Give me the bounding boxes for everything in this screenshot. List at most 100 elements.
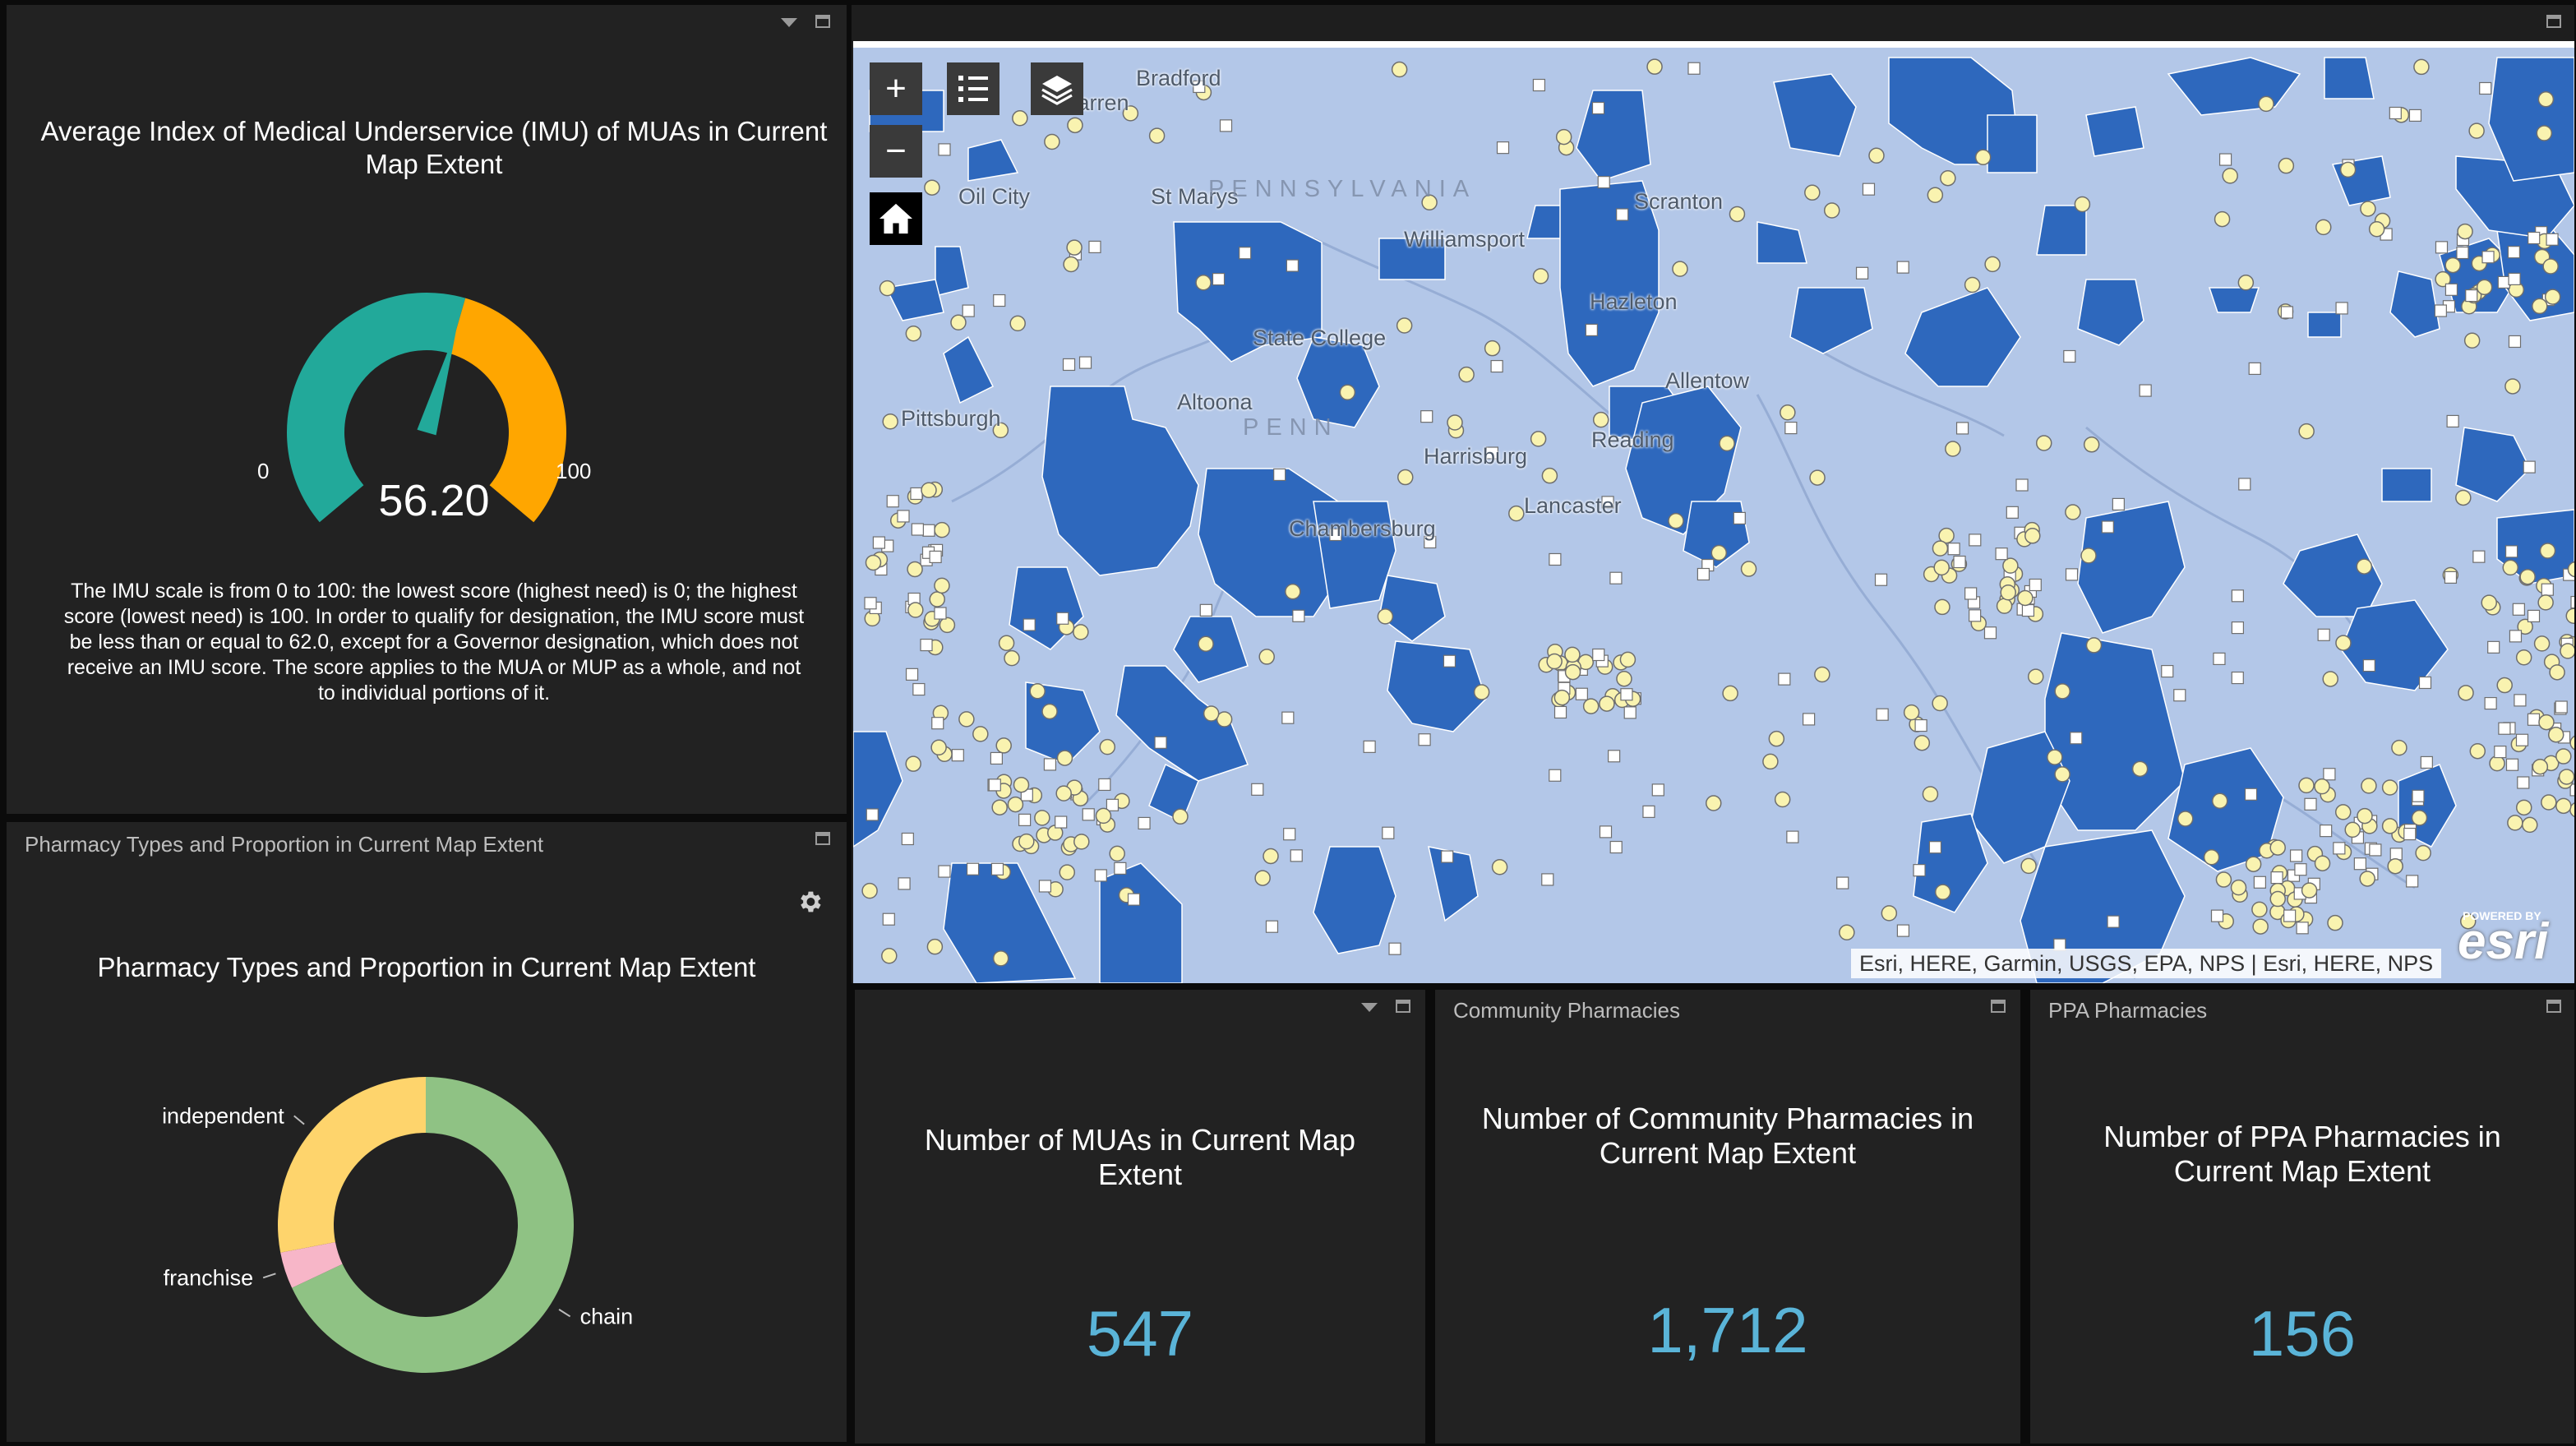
pharmacy-point[interactable] [924,179,940,196]
mua-point[interactable] [1855,266,1869,279]
pharmacy-point[interactable] [1934,598,1950,616]
pharmacy-point[interactable] [2368,220,2385,238]
pharmacy-point[interactable] [2507,815,2523,831]
mua-point[interactable] [1532,78,1546,92]
mua-point[interactable] [1784,421,1798,435]
pharmacy-point[interactable] [2028,668,2044,685]
mua-point[interactable] [2296,922,2309,935]
mua-point[interactable] [2173,689,2186,702]
mua-point[interactable] [1786,830,1799,843]
pharmacy-point[interactable] [1099,738,1116,755]
mua-point[interactable] [2444,283,2458,296]
pharmacy-point[interactable] [1397,469,1414,486]
pharmacy-point[interactable] [2391,739,2407,756]
pharmacy-point[interactable] [2532,298,2548,315]
mua-point[interactable] [2481,251,2495,264]
pharmacy-point[interactable] [1339,384,1356,401]
mua-point[interactable] [2527,713,2541,726]
mua-point[interactable] [1687,62,1701,75]
pharmacy-point[interactable] [2237,275,2255,291]
mua-point[interactable] [2517,776,2530,789]
pharmacy-point[interactable] [1059,864,1076,880]
mua-point[interactable] [886,495,899,508]
pharmacy-point[interactable] [2269,839,2286,856]
pharmacy-point[interactable] [2054,766,2070,783]
mua-point[interactable] [2406,875,2419,888]
mua-point[interactable] [2446,414,2459,428]
pharmacy-point[interactable] [2558,769,2574,785]
mua-point[interactable] [922,524,935,537]
pharmacy-point[interactable] [2361,778,2377,794]
mua-point[interactable] [2218,153,2232,166]
pharmacy-point[interactable] [2532,758,2549,775]
pharmacy-point[interactable] [2360,201,2376,217]
pharmacy-point[interactable] [2356,558,2373,575]
pharmacy-point[interactable] [2002,557,2019,574]
mua-point[interactable] [962,304,975,317]
pharmacy-point[interactable] [2539,543,2556,559]
pharmacy-point[interactable] [2387,857,2403,875]
mua-point[interactable] [2512,603,2525,616]
pharmacy-point[interactable] [1195,275,1212,291]
pharmacy-point[interactable] [2537,91,2555,108]
mua-point[interactable] [910,487,923,501]
maximize-panel-icon[interactable] [815,15,830,28]
pharmacy-point[interactable] [2411,810,2428,826]
pharmacy-point[interactable] [2344,821,2361,838]
pharmacy-point[interactable] [1710,544,1728,561]
pharmacy-point[interactable] [1254,870,1271,886]
pharmacy-point[interactable] [1768,730,1785,747]
mua-point[interactable] [2369,843,2382,857]
mua-point[interactable] [1023,618,1036,631]
mua-point[interactable] [2494,746,2507,759]
pharmacy-point[interactable] [2522,816,2538,834]
pharmacy-point[interactable] [2519,568,2536,585]
layers-button[interactable] [1031,62,1083,115]
panel-menu-dropdown-icon[interactable] [781,18,797,27]
pharmacy-point[interactable] [1095,807,1112,825]
mua-point[interactable] [988,778,1001,792]
pharmacy-point[interactable] [1814,666,1830,683]
mua-point[interactable] [1055,815,1068,829]
mua-point[interactable] [1239,247,1252,260]
pharmacy-point[interactable] [1056,750,1073,766]
mua-point[interactable] [1286,259,1299,272]
mua-point[interactable] [2418,676,2432,690]
pharmacy-point[interactable] [1780,404,1796,421]
mua-point[interactable] [1642,805,1655,818]
pharmacy-point[interactable] [1932,540,1949,557]
pharmacy-point[interactable] [2314,778,2330,795]
pharmacy-point[interactable] [2251,901,2268,918]
pharmacy-point[interactable] [1934,884,1951,900]
pharmacy-point[interactable] [1148,127,1166,144]
pharmacy-point[interactable] [2024,528,2041,544]
mua-point[interactable] [2435,241,2449,254]
pharmacy-point[interactable] [2381,818,2398,834]
mua-point[interactable] [905,668,919,681]
gear-icon[interactable] [796,888,824,916]
pharmacy-point[interactable] [1984,256,2001,273]
pharmacy-point[interactable] [1041,703,1058,720]
mua-point[interactable] [1874,573,1888,586]
panel-menu-dropdown-icon[interactable] [1361,1003,1378,1012]
mua-point[interactable] [2505,758,2519,771]
maximize-panel-icon[interactable] [1396,1000,1410,1013]
mua-point[interactable] [2528,231,2541,245]
pharmacy-point[interactable] [1447,414,1463,431]
pharmacy-point[interactable] [2301,882,2318,899]
mua-point[interactable] [2333,842,2346,855]
pharmacy-point[interactable] [2457,223,2473,240]
pharmacy-point[interactable] [2083,437,2100,453]
pharmacy-point[interactable] [879,279,896,297]
pharmacy-point[interactable] [1564,663,1581,681]
mua-point[interactable] [938,143,951,156]
pharmacy-point[interactable] [1067,117,1083,134]
mua-point[interactable] [2006,506,2019,519]
mua-point[interactable] [1441,850,1454,863]
mua-point[interactable] [1597,176,1610,189]
pharmacy-point[interactable] [2455,489,2472,506]
mua-point[interactable] [2320,825,2333,838]
pharmacy-point[interactable] [1018,833,1035,850]
pharmacy-point[interactable] [2413,58,2430,76]
pharmacy-point[interactable] [1007,796,1024,813]
